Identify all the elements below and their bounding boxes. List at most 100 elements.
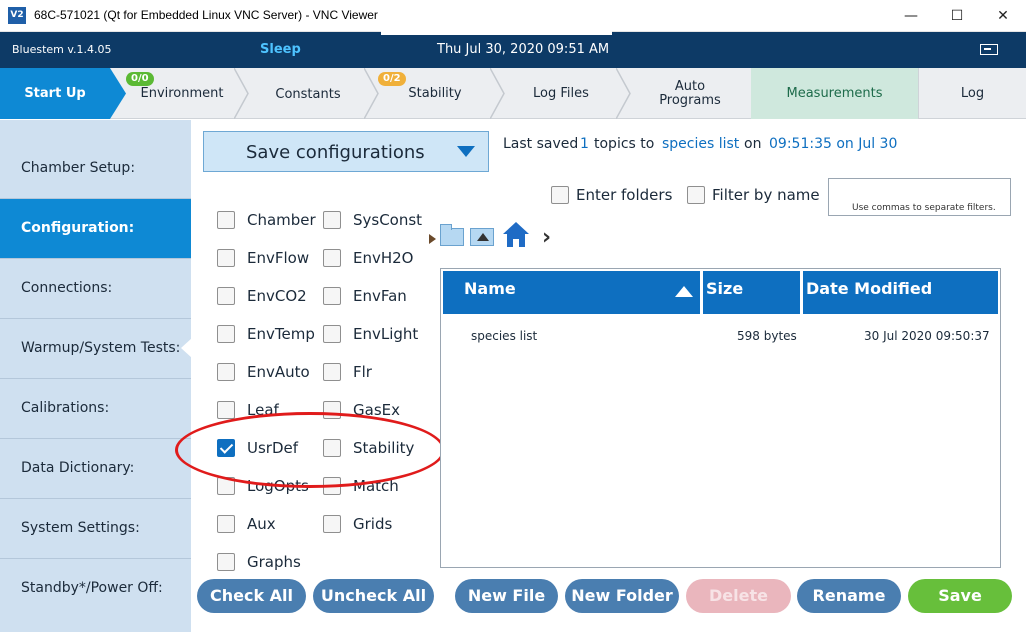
group-checkbox[interactable] [323,477,341,495]
tab-log-files[interactable]: Log Files [505,68,617,119]
chevron-down-icon [457,146,475,157]
filter-input[interactable]: Use commas to separate filters. [828,178,1011,216]
column-header-label: Size [706,279,744,298]
tab-label-line-1: Auto [674,79,706,94]
column-header-label: Name [464,279,516,298]
sidebar-item-configuration[interactable]: Configuration: [0,199,191,259]
column-header-name[interactable]: Name [443,271,700,314]
rename-button[interactable]: Rename [797,579,901,613]
tab-label: Log [960,86,985,101]
sidebar-item-connections[interactable]: Connections: [0,259,191,319]
group-checkbox[interactable] [217,363,235,381]
check-all-button[interactable]: Check All [197,579,306,613]
tab-constants[interactable]: Constants [250,68,366,119]
save-button[interactable]: Save [908,579,1012,613]
column-header-date-modified[interactable]: Date Modified [803,271,998,314]
vnc-viewer-window: V2 68C-571021 (Qt for Embedded Linux VNC… [0,0,1026,632]
group-label: Chamber [247,211,316,229]
filter-by-name-checkbox[interactable] [687,186,705,204]
group-checkbox[interactable] [217,401,235,419]
group-label: EnvH2O [353,249,414,267]
status-indicator: Sleep [260,42,301,57]
vnc-toolbar-strip [381,31,612,35]
save-configurations-dropdown[interactable]: Save configurations [203,131,489,172]
enter-folders-label: Enter folders [576,186,673,204]
minimize-button[interactable]: — [888,0,934,32]
group-label: GasEx [353,401,400,419]
folder-up-icon[interactable] [470,228,494,246]
path-expand-icon[interactable] [429,234,436,244]
usrdef-checkbox[interactable] [217,439,235,457]
filter-placeholder: Use commas to separate filters. [852,203,996,213]
tab-environment[interactable]: 0/0 Environment [126,68,238,119]
file-table: Name Size Date Modified species list 598… [440,268,1001,568]
group-checkbox[interactable] [323,439,341,457]
group-checkbox[interactable] [323,211,341,229]
group-label: Graphs [247,553,301,571]
group-checkbox[interactable] [217,211,235,229]
group-label: Flr [353,363,372,381]
vnc-logo-icon: V2 [8,7,26,24]
home-icon[interactable] [502,220,530,248]
tab-stability[interactable]: 0/2 Stability [378,68,492,119]
sidebar-item-label: Chamber Setup: [21,160,136,176]
app-version: Bluestem v.1.4.05 [12,43,112,56]
tab-label-line-2: Programs [659,93,721,108]
uncheck-all-button[interactable]: Uncheck All [313,579,434,613]
group-checkbox[interactable] [217,515,235,533]
main-tabs: Start Up 0/0 Environment Constants 0/2 S… [0,68,1026,119]
chevron-right-icon[interactable]: › [542,225,551,250]
tab-separator [490,68,505,119]
maximize-button[interactable]: ☐ [934,0,980,32]
group-label: EnvAuto [247,363,310,381]
group-label: EnvLight [353,325,419,343]
group-checkbox[interactable] [217,553,235,571]
group-checkbox[interactable] [217,287,235,305]
group-label: Stability [353,439,415,457]
new-folder-button[interactable]: New Folder [565,579,679,613]
group-label: UsrDef [247,439,299,457]
delete-button[interactable]: Delete [686,579,791,613]
sidebar-item-label: Connections: [21,280,113,296]
table-row[interactable]: species list 598 bytes 30 Jul 2020 09:50… [441,327,1000,349]
group-checkbox[interactable] [323,515,341,533]
close-button[interactable]: ✕ [980,0,1026,32]
sidebar-item-warmup-system-tests[interactable]: Warmup/System Tests: [0,319,191,379]
group-checkbox[interactable] [323,249,341,267]
tab-label: Environment [140,86,224,101]
folder-icon[interactable] [440,224,464,246]
file-size: 598 bytes [737,329,797,343]
tab-label: Stability [408,86,462,101]
sidebar-item-system-settings[interactable]: System Settings: [0,499,191,559]
tab-start-up[interactable]: Start Up [0,68,110,119]
group-checkbox[interactable] [323,287,341,305]
group-checkbox[interactable] [217,477,235,495]
battery-icon[interactable] [980,44,998,55]
column-header-label: Date Modified [806,279,933,298]
last-saved-on: on [744,136,762,152]
sidebar-item-label: Calibrations: [21,400,110,416]
group-checkbox[interactable] [323,401,341,419]
sidebar-item-calibrations[interactable]: Calibrations: [0,379,191,439]
group-label: Grids [353,515,393,533]
column-header-size[interactable]: Size [703,271,800,314]
group-checkbox[interactable] [323,325,341,343]
sidebar-item-data-dictionary[interactable]: Data Dictionary: [0,439,191,499]
group-checkbox[interactable] [217,249,235,267]
tab-auto-programs[interactable]: Auto Programs [630,68,750,119]
group-checkbox[interactable] [217,325,235,343]
file-date: 30 Jul 2020 09:50:37 [864,329,990,343]
group-label: EnvTemp [247,325,315,343]
tab-separator [234,68,249,119]
sidebar-item-chamber-setup[interactable]: Chamber Setup: [0,139,191,199]
tab-measurements[interactable]: Measurements [751,68,918,119]
new-file-button[interactable]: New File [455,579,558,613]
enter-folders-checkbox[interactable] [551,186,569,204]
sidebar-item-label: Standby*/Power Off: [21,580,163,596]
app-status-bar: Bluestem v.1.4.05 Sleep Thu Jul 30, 2020… [0,32,1026,68]
group-label: EnvCO2 [247,287,307,305]
tab-label: Measurements [786,86,883,101]
tab-log[interactable]: Log [918,68,1026,119]
sidebar-item-standby-power-off[interactable]: Standby*/Power Off: [0,559,191,619]
group-checkbox[interactable] [323,363,341,381]
